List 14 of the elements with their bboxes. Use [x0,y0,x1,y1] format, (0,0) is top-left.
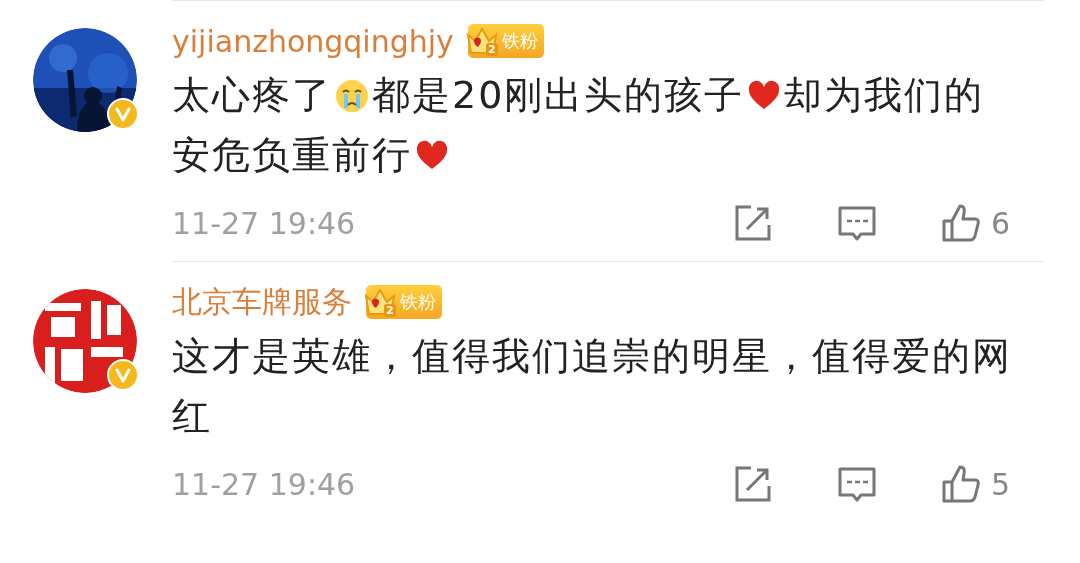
badge-label: 铁粉 [501,29,538,53]
timestamp: 11-27 19:46 [172,466,357,502]
crying-face-icon [334,78,370,114]
thumbs-up-icon[interactable] [940,203,981,243]
like-count: 5 [990,466,1010,502]
comment-text: 太心疼了 都是20刚出头的孩子 却为我们的安危负重前行 [172,72,986,179]
rank-number: 2 [384,303,396,317]
timestamp: 11-27 19:46 [172,205,357,241]
comment-text: 这才是英雄，值得我们追崇的明星，值得爱的网红 [172,333,1013,440]
badge-label: 铁粉 [399,290,436,314]
like-count: 6 [990,205,1010,241]
thumbs-up-icon[interactable] [940,464,981,504]
user-name[interactable]: yijianzhongqinghjy [172,23,454,59]
user-name[interactable]: 北京车牌服务 [172,281,352,323]
